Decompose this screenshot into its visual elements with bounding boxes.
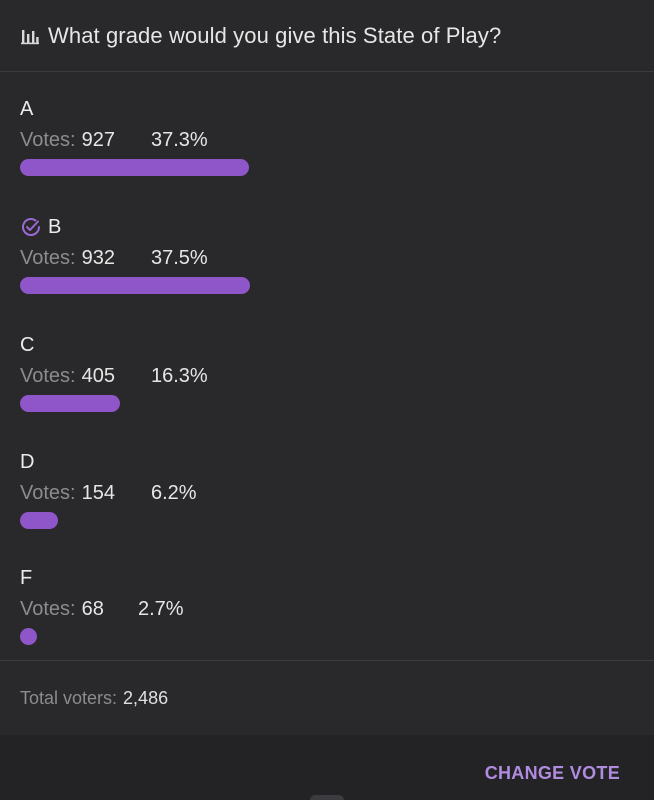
action-bar: CHANGE VOTE <box>0 735 654 800</box>
votes-count: 68 <box>81 597 104 620</box>
votes-prefix: Votes: <box>20 364 76 387</box>
poll-option-d[interactable]: D Votes: 154 6.2% <box>20 449 634 549</box>
votes-percent: 37.5% <box>151 246 208 269</box>
option-label: D <box>20 450 35 473</box>
bottom-handle <box>310 795 344 800</box>
votes-prefix: Votes: <box>20 597 76 620</box>
poll-options: A Votes: 927 37.3% B Votes: 932 37.5% C … <box>0 72 654 660</box>
poll-card: What grade would you give this State of … <box>0 0 654 735</box>
vote-bar <box>20 277 250 294</box>
votes-count: 405 <box>81 364 115 387</box>
votes-count: 927 <box>81 128 115 151</box>
votes-percent: 6.2% <box>151 481 197 504</box>
vote-bar <box>20 628 37 645</box>
option-label: C <box>20 333 35 356</box>
check-circle-icon <box>20 216 42 238</box>
votes-count: 154 <box>81 481 115 504</box>
votes-percent: 16.3% <box>151 364 208 387</box>
votes-percent: 37.3% <box>151 128 208 151</box>
poll-option-f[interactable]: F Votes: 68 2.7% <box>20 565 634 665</box>
poll-option-c[interactable]: C Votes: 405 16.3% <box>20 332 634 432</box>
poll-option-a[interactable]: A Votes: 927 37.3% <box>20 96 634 196</box>
vote-bar <box>20 512 58 529</box>
votes-prefix: Votes: <box>20 128 76 151</box>
poll-option-b[interactable]: B Votes: 932 37.5% <box>20 214 634 314</box>
votes-prefix: Votes: <box>20 246 76 269</box>
change-vote-button[interactable]: CHANGE VOTE <box>485 763 620 784</box>
votes-prefix: Votes: <box>20 481 76 504</box>
option-label: A <box>20 97 34 120</box>
option-label: B <box>48 215 62 238</box>
vote-bar <box>20 159 249 176</box>
total-voters-value: 2,486 <box>123 687 169 708</box>
votes-count: 932 <box>81 246 115 269</box>
option-label: F <box>20 566 33 589</box>
poll-title: What grade would you give this State of … <box>48 22 502 48</box>
bar-chart-icon <box>20 26 40 46</box>
total-voters-label: Total voters: <box>20 687 118 708</box>
vote-bar <box>20 395 120 412</box>
votes-percent: 2.7% <box>138 597 184 620</box>
poll-footer: Total voters: 2,486 <box>0 660 654 735</box>
poll-header: What grade would you give this State of … <box>0 0 654 72</box>
